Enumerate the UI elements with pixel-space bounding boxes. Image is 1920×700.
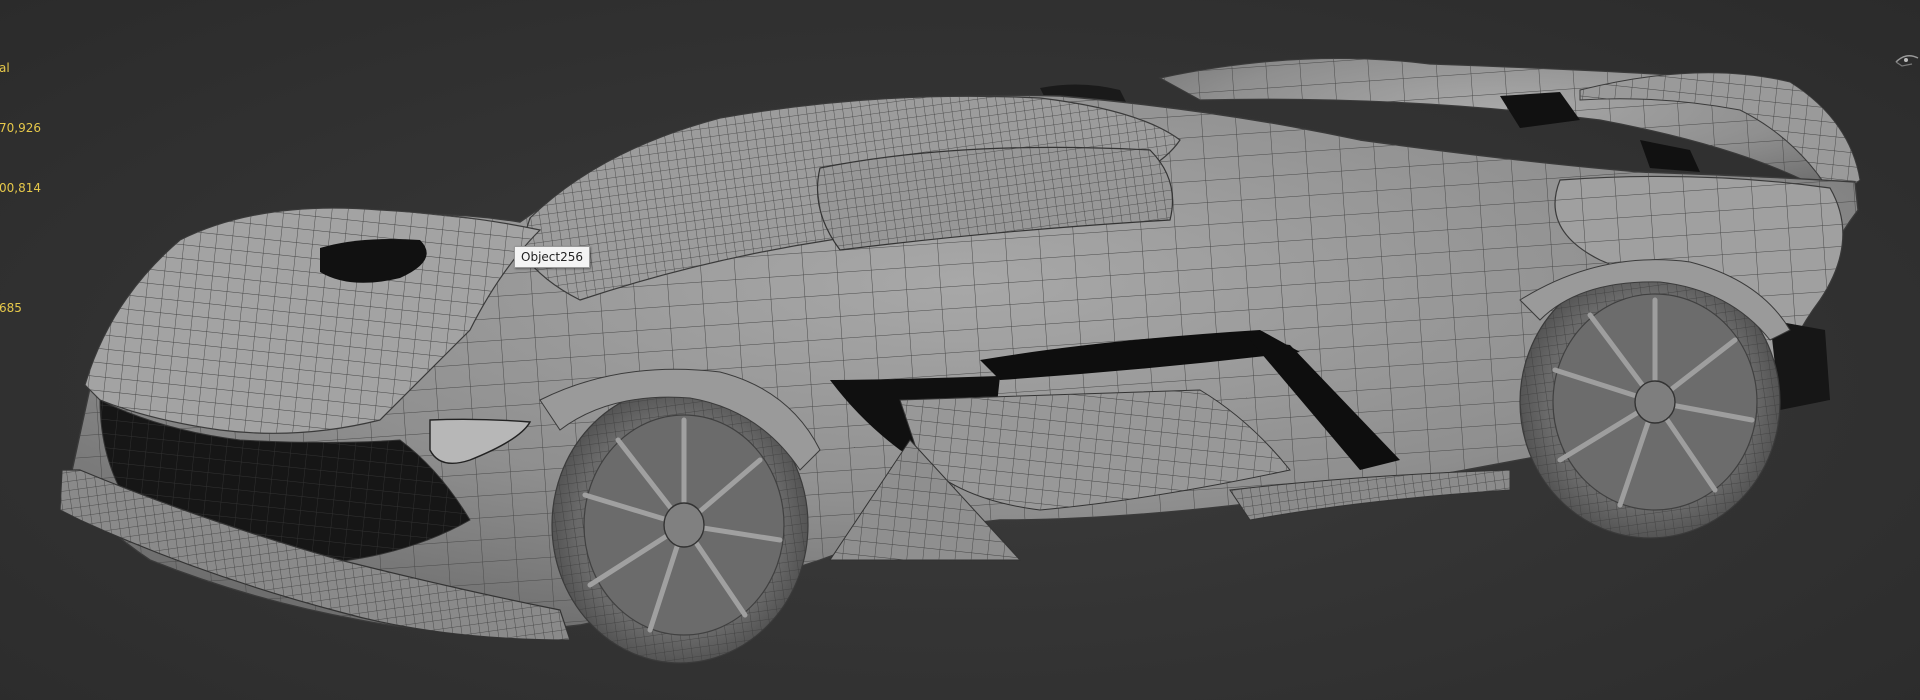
object-name-tooltip: Object256 [514, 246, 590, 268]
car-wireframe-model[interactable] [0, 0, 1920, 700]
perspective-viewport[interactable]: al 70,926 00,814 685 Object256 [0, 0, 1920, 700]
viewcube-gizmo-icon[interactable] [1892, 48, 1920, 70]
